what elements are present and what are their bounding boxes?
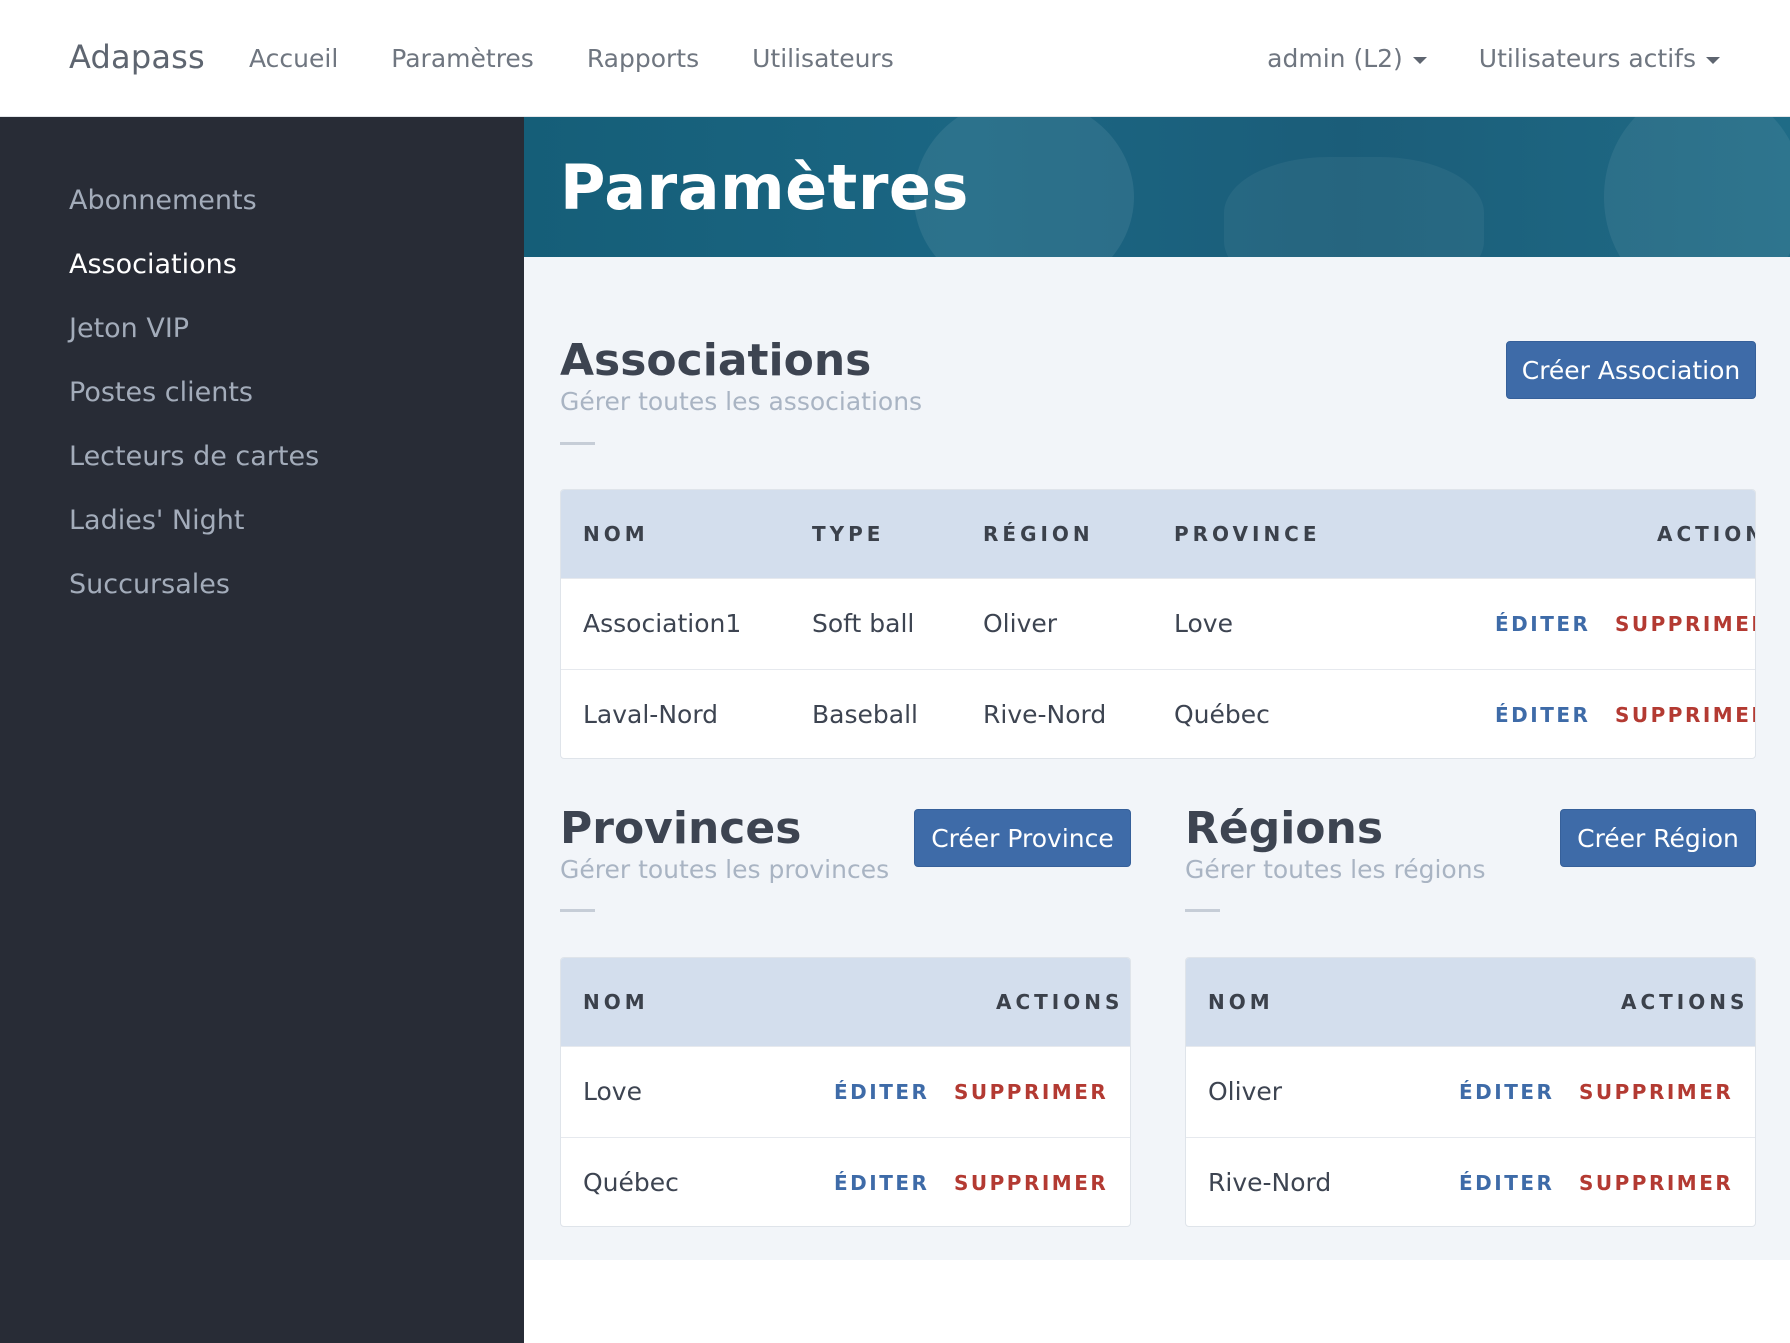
sidebar-item-jeton-vip[interactable]: Jeton VIP	[69, 314, 319, 378]
page-hero-banner: Paramètres	[524, 117, 1790, 257]
cell-nom: Oliver	[1208, 1077, 1283, 1106]
sidebar-item-ladies-night[interactable]: Ladies' Night	[69, 506, 319, 570]
column-header-actions: ACTIONS	[1621, 990, 1749, 1014]
table-row: Love ÉDITER SUPPRIMER	[561, 1046, 1130, 1137]
delete-button[interactable]: SUPPRIMER	[1579, 1080, 1733, 1104]
hero-background-shape	[1604, 117, 1790, 257]
main-nav: Accueil Paramètres Rapports Utilisateurs	[249, 44, 947, 73]
cell-region: Rive-Nord	[983, 700, 1107, 729]
table-header: NOM ACTIONS	[561, 958, 1130, 1046]
nav-right: admin (L2) Utilisateurs actifs	[1215, 44, 1720, 73]
sidebar-item-postes-clients[interactable]: Postes clients	[69, 378, 319, 442]
delete-button[interactable]: SUPPRIMER	[954, 1080, 1108, 1104]
section-divider	[1185, 909, 1220, 912]
sidebar-item-associations[interactable]: Associations	[69, 250, 319, 314]
edit-button[interactable]: ÉDITER	[1459, 1171, 1554, 1195]
column-header-nom: NOM	[583, 990, 649, 1014]
top-navbar: Adapass Accueil Paramètres Rapports Util…	[0, 0, 1790, 117]
associations-table: NOM TYPE RÉGION PROVINCE ACTIONS Associa…	[560, 489, 1756, 759]
create-region-button[interactable]: Créer Région	[1560, 809, 1756, 867]
nav-parametres[interactable]: Paramètres	[391, 44, 534, 73]
column-header-nom: NOM	[1208, 990, 1274, 1014]
brand-logo[interactable]: Adapass	[69, 38, 205, 76]
cell-nom: Love	[583, 1077, 642, 1106]
cell-nom: Québec	[583, 1168, 679, 1197]
provinces-title: Provinces	[560, 803, 802, 854]
edit-button[interactable]: ÉDITER	[1459, 1080, 1554, 1104]
table-row: Rive-Nord ÉDITER SUPPRIMER	[1186, 1137, 1755, 1226]
create-province-button[interactable]: Créer Province	[914, 809, 1131, 867]
column-header-type: TYPE	[812, 522, 885, 546]
column-header-region: RÉGION	[983, 522, 1094, 546]
associations-title: Associations	[560, 335, 872, 386]
create-association-button[interactable]: Créer Association	[1506, 341, 1756, 399]
table-row: Québec ÉDITER SUPPRIMER	[561, 1137, 1130, 1226]
cell-region: Oliver	[983, 609, 1058, 638]
table-header: NOM ACTIONS	[1186, 958, 1755, 1046]
user-menu-dropdown[interactable]: admin (L2)	[1267, 44, 1427, 73]
chevron-down-icon	[1706, 56, 1720, 64]
provinces-subtitle: Gérer toutes les provinces	[560, 855, 890, 884]
cell-nom: Laval-Nord	[583, 700, 719, 729]
column-header-actions: ACTIONS	[996, 990, 1124, 1014]
edit-button[interactable]: ÉDITER	[834, 1080, 929, 1104]
user-menu-label: admin (L2)	[1267, 44, 1403, 73]
provinces-table: NOM ACTIONS Love ÉDITER SUPPRIMER Québec…	[560, 957, 1131, 1227]
sidebar-menu: Abonnements Associations Jeton VIP Poste…	[69, 186, 319, 634]
column-header-actions: ACTIONS	[1657, 522, 1755, 546]
chevron-down-icon	[1412, 56, 1427, 64]
sidebar-item-abonnements[interactable]: Abonnements	[69, 186, 319, 250]
column-header-nom: NOM	[583, 522, 649, 546]
delete-button[interactable]: SUPPRIMER	[954, 1171, 1108, 1195]
delete-button[interactable]: SUPPRIMER	[1615, 703, 1755, 727]
regions-subtitle: Gérer toutes les régions	[1185, 855, 1486, 884]
sidebar-item-succursales[interactable]: Succursales	[69, 570, 319, 634]
sidebar: Abonnements Associations Jeton VIP Poste…	[0, 117, 524, 1343]
section-divider	[560, 909, 595, 912]
table-row: Laval-Nord Baseball Rive-Nord Québec ÉDI…	[561, 669, 1755, 758]
cell-province: Love	[1174, 609, 1233, 638]
nav-utilisateurs[interactable]: Utilisateurs	[752, 44, 894, 73]
cell-nom: Association1	[583, 609, 742, 638]
table-row: Oliver ÉDITER SUPPRIMER	[1186, 1046, 1755, 1137]
page-title: Paramètres	[560, 151, 969, 224]
delete-button[interactable]: SUPPRIMER	[1615, 612, 1755, 636]
edit-button[interactable]: ÉDITER	[1495, 612, 1590, 636]
cell-nom: Rive-Nord	[1208, 1168, 1332, 1197]
regions-table: NOM ACTIONS Oliver ÉDITER SUPPRIMER Rive…	[1185, 957, 1756, 1227]
cell-type: Baseball	[812, 700, 918, 729]
edit-button[interactable]: ÉDITER	[834, 1171, 929, 1195]
main-content: Paramètres Associations Gérer toutes les…	[524, 117, 1790, 1260]
nav-rapports[interactable]: Rapports	[587, 44, 699, 73]
nav-accueil[interactable]: Accueil	[249, 44, 338, 73]
cell-province: Québec	[1174, 700, 1270, 729]
regions-title: Régions	[1185, 803, 1384, 854]
cell-type: Soft ball	[812, 609, 915, 638]
active-users-label: Utilisateurs actifs	[1478, 44, 1696, 73]
table-header: NOM TYPE RÉGION PROVINCE ACTIONS	[561, 490, 1755, 578]
section-divider	[560, 442, 595, 445]
delete-button[interactable]: SUPPRIMER	[1579, 1171, 1733, 1195]
column-header-province: PROVINCE	[1174, 522, 1321, 546]
table-row: Association1 Soft ball Oliver Love ÉDITE…	[561, 578, 1755, 669]
hero-background-shape	[1224, 157, 1484, 257]
active-users-dropdown[interactable]: Utilisateurs actifs	[1479, 44, 1720, 73]
edit-button[interactable]: ÉDITER	[1495, 703, 1590, 727]
associations-subtitle: Gérer toutes les associations	[560, 387, 923, 416]
sidebar-item-lecteurs-de-cartes[interactable]: Lecteurs de cartes	[69, 442, 319, 506]
